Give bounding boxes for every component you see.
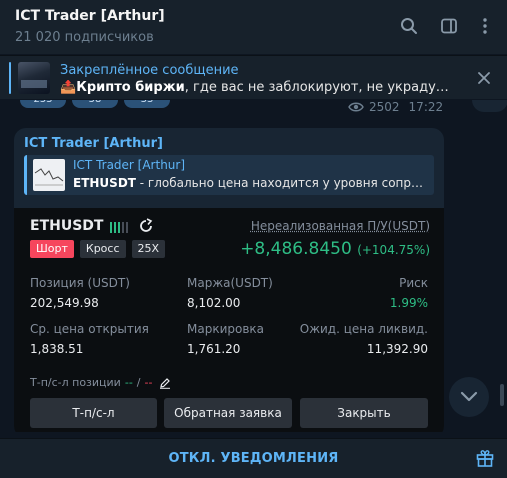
margin-value: 8,102.00 bbox=[187, 296, 241, 310]
pnl-percent: (+104.75%) bbox=[357, 243, 430, 257]
pnl-amount: +8,486.8450 bbox=[240, 239, 352, 259]
entry-price-label: Ср. цена открытия bbox=[30, 322, 149, 336]
gift-icon[interactable] bbox=[475, 448, 495, 468]
trade-tags: Шорт Кросс 25X bbox=[30, 240, 166, 258]
leverage-tag: 25X bbox=[131, 240, 166, 258]
message-bubble: ICT Trader [Arthur] ICT Trader [Arthur] … bbox=[14, 128, 444, 432]
reverse-order-button[interactable]: Обратная заявка bbox=[164, 398, 292, 428]
more-icon[interactable] bbox=[474, 15, 496, 37]
chat-area: 253 58 33 2502 17:22 ICT Trader [Arthur]… bbox=[0, 100, 507, 432]
message-author[interactable]: ICT Trader [Arthur] bbox=[24, 136, 163, 151]
tpsl-label: Т-п/с-л позиции bbox=[30, 376, 121, 389]
footer-bar: ОТКЛ. УВЕДОМЛЕНИЯ bbox=[0, 438, 507, 478]
tpsl-separator: / bbox=[136, 376, 141, 389]
reply-text: ETHUSDT - глобально цена находится у уро… bbox=[73, 176, 423, 190]
reactions-row: 253 58 33 bbox=[20, 100, 170, 108]
position-value: 202,549.98 bbox=[30, 296, 99, 310]
scroll-down-button[interactable] bbox=[449, 377, 489, 417]
tp-value: -- bbox=[124, 376, 133, 389]
signal-bars-icon bbox=[110, 222, 128, 233]
chat-header: ICT Trader [Arthur] 21 020 подписчиков bbox=[0, 0, 507, 54]
edit-icon[interactable] bbox=[159, 377, 171, 389]
pinned-rest: , где вас не заблокируют, не украдут ден… bbox=[184, 80, 455, 95]
message-meta: 2502 17:22 bbox=[348, 100, 443, 114]
tpsl-row: Т-п/с-л позиции -- / -- bbox=[30, 376, 171, 389]
mark-price-label: Маркировка bbox=[187, 322, 265, 336]
reply-rest: - глобально цена находится у уровня сопр… bbox=[135, 176, 423, 190]
subscriber-count: 21 020 подписчиков bbox=[15, 30, 154, 45]
position-label: Позиция (USDT) bbox=[30, 276, 130, 290]
sl-value: -- bbox=[144, 376, 153, 389]
tpsl-button[interactable]: Т-п/с-л bbox=[30, 398, 157, 428]
share-icon[interactable] bbox=[138, 218, 154, 234]
pnl-label: Нереализованная П/У(USDT) bbox=[250, 219, 430, 233]
liq-price-value: 11,392.90 bbox=[366, 342, 428, 356]
risk-label: Риск bbox=[399, 276, 428, 290]
reaction-chip[interactable]: 33 bbox=[124, 100, 170, 108]
channel-title[interactable]: ICT Trader [Arthur] bbox=[15, 8, 165, 24]
reply-bold: ETHUSDT bbox=[73, 176, 136, 190]
trade-symbol: ETHUSDT bbox=[30, 218, 104, 234]
outbox-emoji: 📤 bbox=[60, 80, 77, 95]
reply-thumbnail bbox=[33, 159, 65, 191]
pinned-text: 📤Крипто биржи, где вас не заблокируют, н… bbox=[60, 80, 455, 95]
reaction-chip[interactable]: 253 bbox=[20, 100, 66, 108]
pinned-bold: Крипто биржи bbox=[76, 80, 185, 95]
liq-price-label: Ожид. цена ликвид. bbox=[299, 322, 428, 336]
pinned-title: Закреплённое сообщение bbox=[60, 63, 239, 78]
mark-price-value: 1,761.20 bbox=[187, 342, 241, 356]
pinned-indicator bbox=[9, 62, 11, 94]
chevron-down-icon bbox=[460, 391, 478, 402]
entry-price-value: 1,838.51 bbox=[30, 342, 84, 356]
margin-mode-tag: Кросс bbox=[79, 240, 126, 258]
pinned-thumbnail bbox=[18, 62, 50, 94]
reply-title: ICT Trader [Arthur] bbox=[73, 158, 186, 172]
search-icon[interactable] bbox=[398, 15, 420, 37]
close-icon[interactable] bbox=[475, 69, 493, 87]
sidebar-icon[interactable] bbox=[438, 15, 460, 37]
reply-quote[interactable]: ICT Trader [Arthur] ETHUSDT - глобально … bbox=[24, 155, 434, 195]
close-position-button[interactable]: Закрыть bbox=[300, 398, 428, 428]
pinned-message[interactable]: Закреплённое сообщение 📤Крипто биржи, гд… bbox=[0, 55, 507, 99]
side-action-button[interactable] bbox=[472, 100, 507, 112]
margin-label: Маржа(USDT) bbox=[187, 276, 273, 290]
view-count: 2502 bbox=[369, 100, 400, 114]
eye-icon bbox=[348, 102, 364, 112]
risk-value: 1.99% bbox=[389, 296, 428, 310]
trade-card: ETHUSDT Шорт Кросс 25X Нереализованная П… bbox=[14, 208, 444, 432]
side-tag: Шорт bbox=[30, 240, 74, 258]
scrollbar-thumb[interactable] bbox=[500, 384, 504, 406]
message-time: 17:22 bbox=[408, 100, 444, 114]
pnl-value: +8,486.8450 (+104.75%) bbox=[240, 239, 430, 259]
reaction-chip[interactable]: 58 bbox=[72, 100, 118, 108]
mute-button[interactable]: ОТКЛ. УВЕДОМЛЕНИЯ bbox=[0, 451, 507, 466]
